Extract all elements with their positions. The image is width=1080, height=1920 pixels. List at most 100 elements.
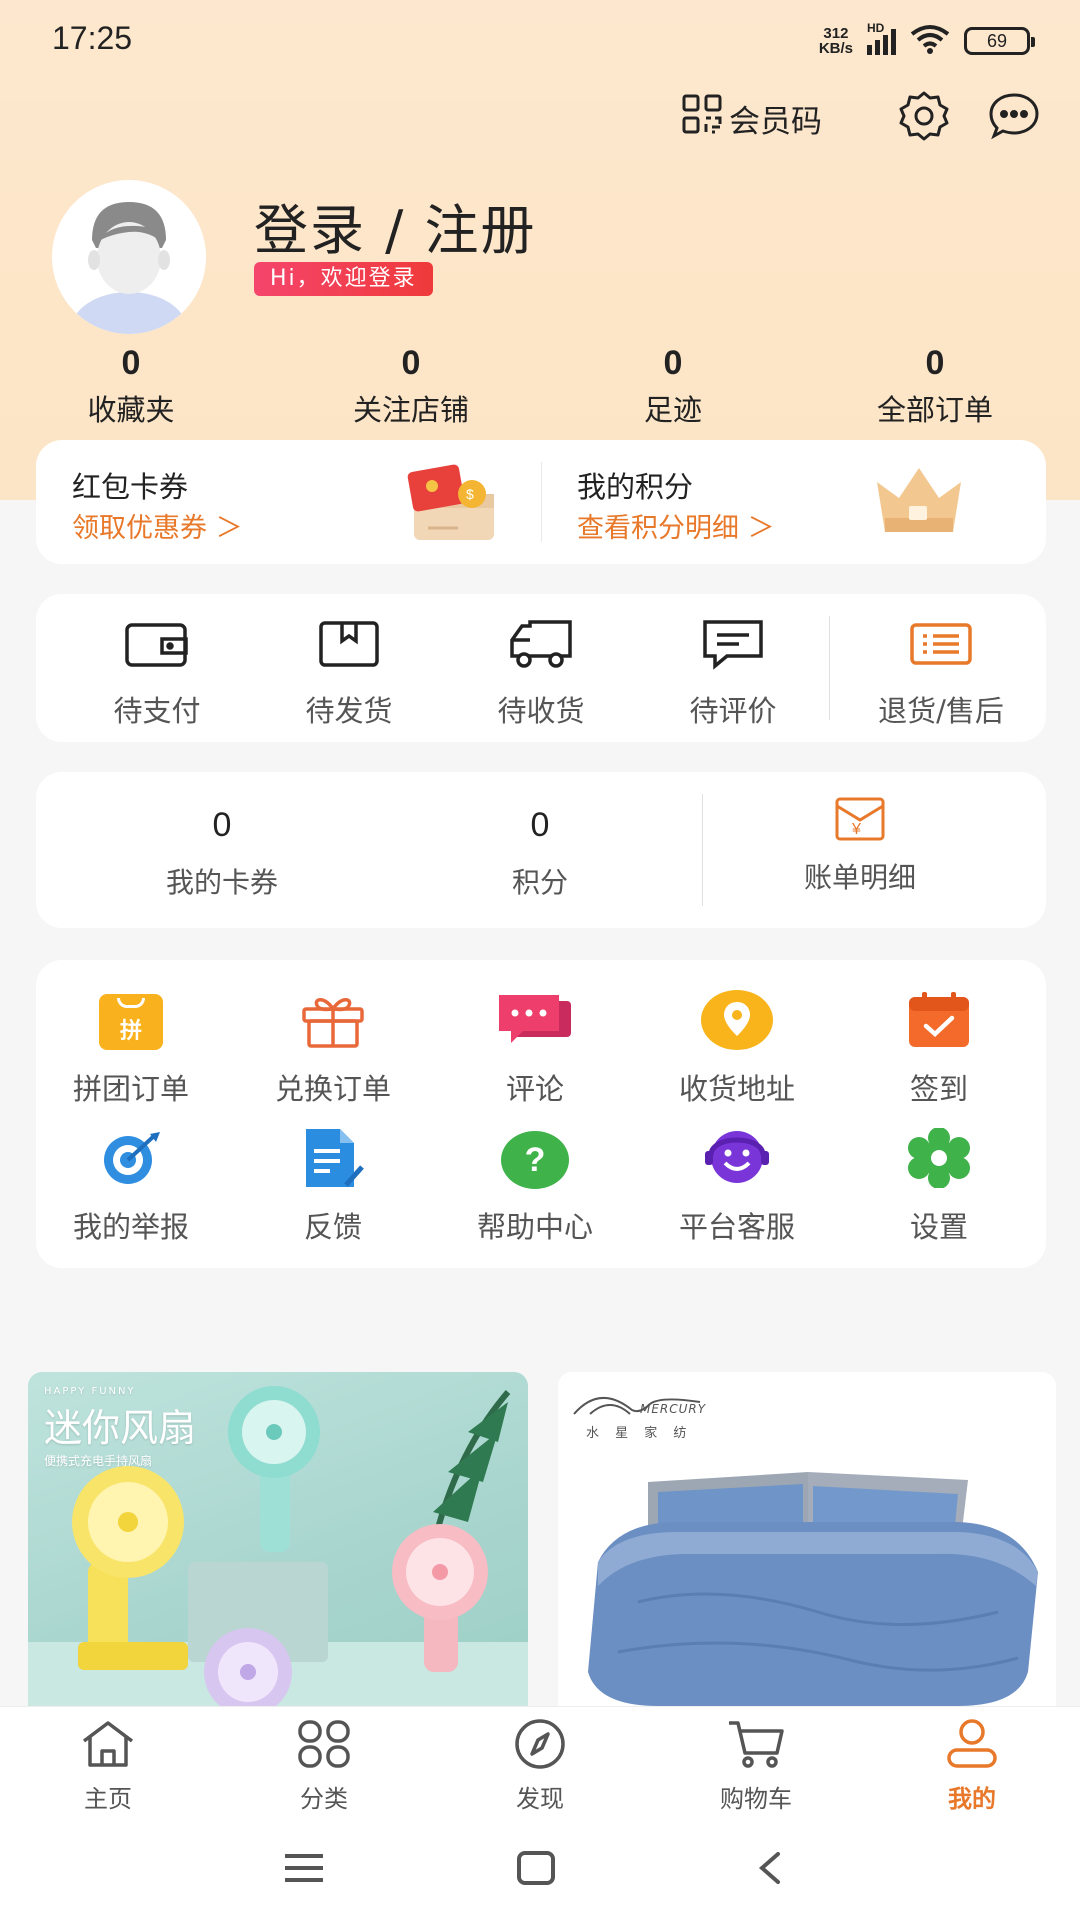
comment-icon <box>701 618 765 674</box>
svg-text:$: $ <box>466 486 474 502</box>
coupons-link[interactable]: 领取优惠券 ＞ <box>72 506 243 545</box>
stat-label: 全部订单 <box>876 393 993 427</box>
order-label: 待评价 <box>689 694 777 728</box>
coupons-entry[interactable]: 红包卡券 领取优惠券 ＞ $ <box>36 440 541 564</box>
order-pending-shipment[interactable]: 待发货 <box>254 618 444 730</box>
order-label: 待支付 <box>113 694 201 728</box>
points-count: 0 <box>530 806 550 844</box>
my-coupons[interactable]: 0 我的卡券 <box>72 806 372 901</box>
nav-home[interactable]: 主页 <box>33 1719 183 1814</box>
order-status-card: 待支付 待发货 待收货 待评价 退货/售后 <box>36 594 1046 742</box>
stats-row: 0 收藏夹 0 关注店铺 0 足迹 0 全部订单 <box>0 344 1080 427</box>
bottom-navigation: 主页 分类 发现 购物车 我的 <box>0 1706 1080 1818</box>
network-speed-unit: KB/s <box>818 40 853 57</box>
bedding-product-image <box>558 1372 1056 1706</box>
system-home-button[interactable] <box>506 1848 566 1892</box>
stat-footprints[interactable]: 0 足迹 <box>573 344 773 429</box>
service-label: 平台客服 <box>678 1210 795 1244</box>
top-actions: 会员码 <box>681 90 1042 146</box>
chat-bubble-icon <box>987 89 1041 147</box>
settings-button[interactable] <box>896 90 952 146</box>
customer-service-icon <box>701 1127 773 1193</box>
stat-label: 足迹 <box>643 393 702 427</box>
cart-icon <box>726 1718 786 1774</box>
order-returns[interactable]: 退货/售后 <box>846 618 1036 730</box>
system-back-button[interactable] <box>740 1848 800 1892</box>
stat-value: 0 <box>401 344 421 382</box>
system-navigation-bar <box>0 1818 1080 1920</box>
order-label: 待发货 <box>305 694 393 728</box>
stat-label: 收藏夹 <box>87 393 175 427</box>
order-pending-receipt[interactable]: 待收货 <box>446 618 636 730</box>
order-label: 退货/售后 <box>878 694 1004 728</box>
stat-favorites[interactable]: 0 收藏夹 <box>31 344 231 429</box>
back-chevron-icon <box>756 1850 784 1890</box>
wallet-card: 0 我的卡券 0 积分 ¥ 账单明细 <box>36 772 1046 928</box>
mercury-bedding-banner[interactable]: MERCURY 水 星 家 纺 <box>558 1372 1056 1706</box>
bill-label: 账单明细 <box>803 861 916 894</box>
service-feedback[interactable]: 反馈 <box>238 1128 428 1246</box>
points-entry[interactable]: 我的积分 查看积分明细 ＞ <box>541 440 1046 564</box>
status-indicators: 312 KB/s HD 69 <box>819 21 1035 58</box>
nav-category[interactable]: 分类 <box>249 1719 399 1814</box>
package-icon <box>318 619 380 673</box>
nav-label: 主页 <box>84 1785 132 1813</box>
service-group-orders[interactable]: 拼 拼团订单 <box>36 990 226 1108</box>
member-code-label: 会员码 <box>729 103 822 140</box>
truck-icon <box>508 618 574 674</box>
member-code-button[interactable]: 会员码 <box>681 93 822 143</box>
stat-value: 0 <box>663 344 683 382</box>
network-speed: 312 KB/s <box>819 26 853 56</box>
calendar-check-icon <box>906 991 972 1053</box>
service-exchange-orders[interactable]: 兑换订单 <box>238 990 428 1108</box>
bill-envelope-icon: ¥ <box>834 796 886 844</box>
gear-icon <box>897 89 951 147</box>
service-label: 拼团订单 <box>72 1072 189 1106</box>
signal-icon: HD <box>867 21 896 55</box>
service-label: 评论 <box>505 1072 564 1106</box>
service-reviews[interactable]: 评论 <box>440 990 630 1108</box>
service-label: 收货地址 <box>678 1072 795 1106</box>
wallet-divider <box>702 794 703 906</box>
service-addresses[interactable]: 收货地址 <box>642 990 832 1108</box>
points-link[interactable]: 查看积分明细 ＞ <box>577 506 775 545</box>
promo-card: 红包卡券 领取优惠券 ＞ $ 我的积分 查看积分明细 ＞ <box>36 440 1046 564</box>
report-target-icon <box>98 1130 164 1190</box>
chat-icon <box>497 991 573 1053</box>
orders-divider <box>829 616 830 720</box>
order-pending-payment[interactable]: 待支付 <box>62 618 252 730</box>
crown-icon <box>869 458 969 548</box>
fan-product-image <box>28 1372 528 1706</box>
qr-code-icon <box>681 93 723 143</box>
wallet-icon <box>124 619 190 673</box>
order-label: 待收货 <box>497 694 585 728</box>
red-packet-icon: $ <box>402 458 498 548</box>
order-pending-review[interactable]: 待评价 <box>638 618 828 730</box>
avatar[interactable] <box>52 180 206 334</box>
bill-details[interactable]: ¥ 账单明细 <box>710 796 1010 896</box>
nav-discover[interactable]: 发现 <box>465 1719 615 1814</box>
my-points[interactable]: 0 积分 <box>390 806 690 901</box>
system-menu-button[interactable] <box>274 1848 334 1892</box>
service-settings[interactable]: 设置 <box>844 1127 1034 1246</box>
stat-all-orders[interactable]: 0 全部订单 <box>835 344 1035 429</box>
service-checkin[interactable]: 签到 <box>844 990 1034 1108</box>
menu-icon <box>283 1852 325 1888</box>
coupons-label: 我的卡券 <box>165 866 278 899</box>
service-label: 我的举报 <box>72 1210 189 1244</box>
nav-profile[interactable]: 我的 <box>897 1719 1047 1814</box>
gift-icon <box>300 991 366 1053</box>
group-order-icon: 拼 <box>99 994 163 1050</box>
services-card: 拼 拼团订单 兑换订单 评论 收货地址 签到 我的举报 反馈 ? 帮助中心 平台… <box>36 960 1046 1268</box>
service-my-reports[interactable]: 我的举报 <box>36 1128 226 1246</box>
home-icon <box>80 1719 136 1773</box>
mini-fan-banner[interactable]: HAPPY FUNNY 迷你风扇 便携式充电手持风扇 <box>28 1372 528 1706</box>
stat-value: 0 <box>121 344 141 382</box>
nav-cart[interactable]: 购物车 <box>681 1719 831 1814</box>
service-help-center[interactable]: ? 帮助中心 <box>440 1128 630 1246</box>
stat-followed-shops[interactable]: 0 关注店铺 <box>311 344 511 429</box>
login-register-link[interactable]: 登录 / 注册 <box>254 186 537 265</box>
service-customer-support[interactable]: 平台客服 <box>642 1128 832 1246</box>
messages-button[interactable] <box>986 90 1042 146</box>
help-icon: ? <box>501 1131 569 1189</box>
